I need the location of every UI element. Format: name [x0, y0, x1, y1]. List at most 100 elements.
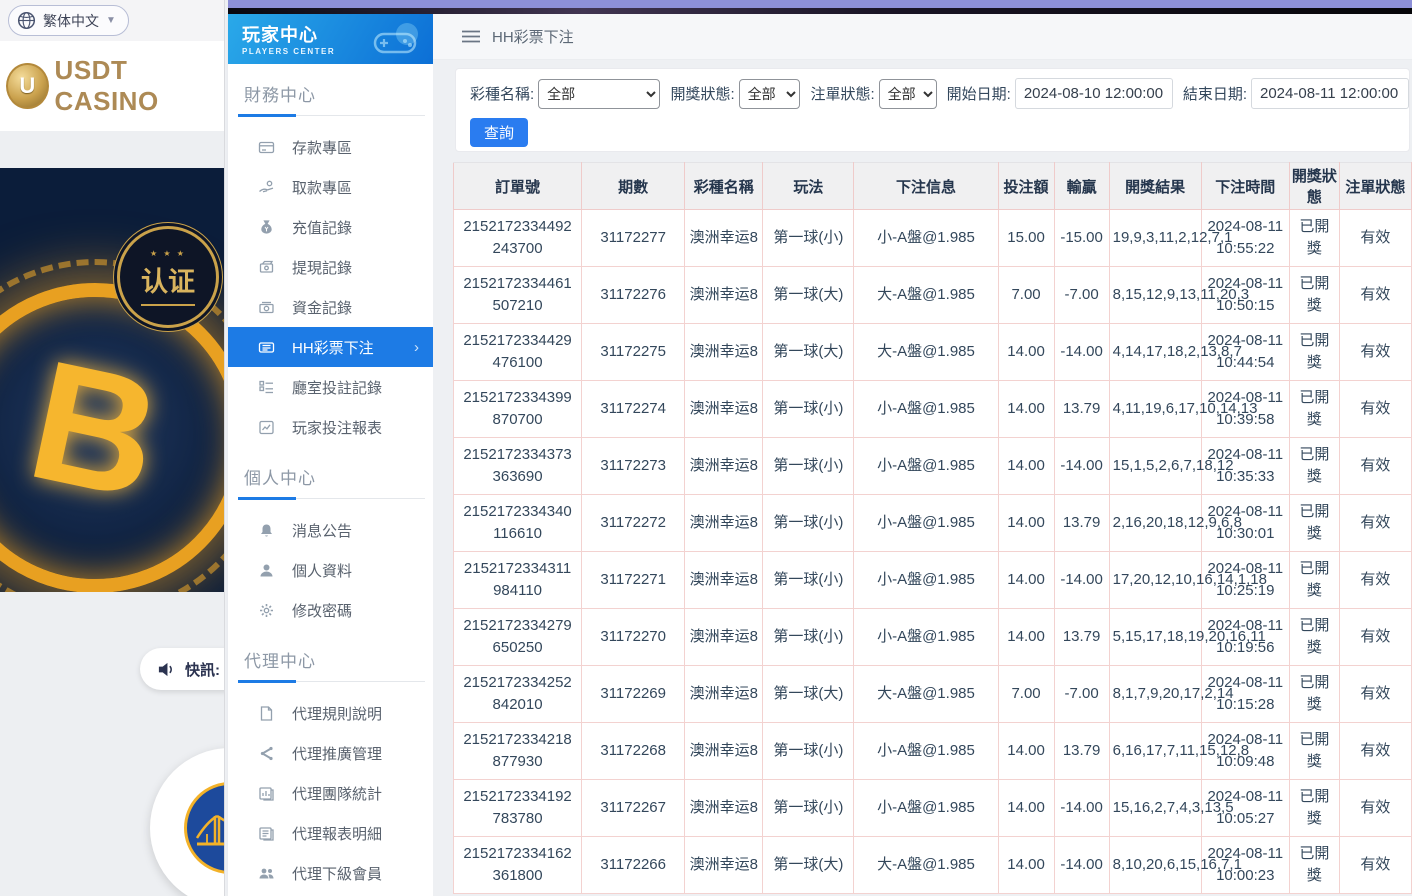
start-date-label: 開始日期: [947, 83, 1011, 104]
query-button[interactable]: 查詢 [470, 118, 528, 147]
section-divider [238, 497, 425, 500]
table-cell: 14.00 [998, 495, 1054, 552]
table-cell: 2152172334399870700 [454, 381, 582, 438]
sidebar-item-room-record[interactable]: 廳室投註記錄 [228, 367, 433, 407]
table-cell: 大-A盤@1.985 [854, 666, 998, 723]
table-cell: 澳洲幸运8 [685, 609, 763, 666]
left-promo-column: 繁体中文 ▼ U USDT CASINO B ★ ★ ★ 认证 快訊: [0, 0, 225, 896]
table-cell: 第一球(小) [763, 495, 854, 552]
table-cell: 14.00 [998, 552, 1054, 609]
draw-status-label: 開獎狀態: [670, 83, 734, 104]
table-cell: 澳洲幸运8 [685, 438, 763, 495]
table-cell: 已開獎 [1289, 495, 1339, 552]
hamburger-menu-icon[interactable] [462, 30, 480, 43]
section-divider [238, 680, 425, 683]
sidebar-item-withdraw-hand[interactable]: 取款專區 [228, 167, 433, 207]
table-cell: 有效 [1339, 666, 1411, 723]
table-cell: 14.00 [998, 780, 1054, 837]
table-cell: 2152172334429476100 [454, 324, 582, 381]
speaker-icon [157, 660, 176, 679]
news-ticker[interactable]: 快訊: [140, 648, 225, 690]
sidebar-item-members[interactable]: 代理下級會員 [228, 853, 433, 893]
order-status-select[interactable]: 全部 [879, 79, 937, 109]
section-divider [238, 114, 425, 117]
table-cell: 15.00 [998, 210, 1054, 267]
sidebar-item-funds-coin[interactable]: 資金記錄 [228, 287, 433, 327]
table-cell: 有效 [1339, 552, 1411, 609]
table-cell: 2152172334461507210 [454, 267, 582, 324]
table-cell: 31172274 [582, 381, 685, 438]
bridge-icon [184, 782, 225, 874]
table-cell: 第一球(小) [763, 438, 854, 495]
sidebar-item-deposit-card[interactable]: 存款專區 [228, 127, 433, 167]
table-cell: 已開獎 [1289, 609, 1339, 666]
document-icon [258, 705, 275, 722]
sidebar-item-label: 修改密碼 [292, 600, 352, 621]
coin-logo-icon: U [6, 63, 49, 109]
table-cell: 第一球(小) [763, 609, 854, 666]
table-cell: -14.00 [1054, 837, 1109, 894]
table-cell: 14.00 [998, 609, 1054, 666]
table-cell: 第一球(小) [763, 552, 854, 609]
sidebar-item-share[interactable]: 代理推廣管理 [228, 733, 433, 773]
draw-status-select[interactable]: 全部 [739, 79, 801, 109]
table-cell: 第一球(小) [763, 723, 854, 780]
table-cell: 15,1,5,2,6,7,18,12 [1109, 438, 1201, 495]
sidebar-item-cash[interactable]: 提現記錄 [228, 247, 433, 287]
table-cell: 19,9,3,11,2,12,7,1 [1109, 210, 1201, 267]
table-header-cell: 開獎結果 [1109, 163, 1201, 210]
table-cell: 5,15,17,18,19,20,16,11 [1109, 609, 1201, 666]
globe-icon [17, 11, 36, 30]
table-cell: -14.00 [1054, 438, 1109, 495]
table-cell: 8,10,20,6,15,16,7,1 [1109, 837, 1201, 894]
table-cell: 31172267 [582, 780, 685, 837]
sidebar-item-document[interactable]: 代理規則說明 [228, 693, 433, 733]
sidebar-item-player-report[interactable]: 玩家投注報表 [228, 407, 433, 447]
sidebar-item-user[interactable]: 個人資料 [228, 550, 433, 590]
table-cell: 澳洲幸运8 [685, 780, 763, 837]
table-cell: -15.00 [1054, 210, 1109, 267]
start-date-input[interactable] [1015, 78, 1173, 109]
table-cell: 2152172334311984110 [454, 552, 582, 609]
sidebar-item-team-stats[interactable]: 代理團隊統計 [228, 773, 433, 813]
table-cell: 已開獎 [1289, 552, 1339, 609]
sidebar-item-label: 代理團隊統計 [292, 783, 382, 804]
table-header-cell: 開獎狀態 [1289, 163, 1339, 210]
table-cell: 17,20,12,10,16,14,1,18 [1109, 552, 1201, 609]
table-cell: 31172275 [582, 324, 685, 381]
table-cell: 2,16,20,18,12,9,6,8 [1109, 495, 1201, 552]
casino-logo[interactable]: U USDT CASINO [0, 41, 224, 131]
bridge-logo-button[interactable] [150, 748, 225, 896]
user-icon [258, 562, 275, 579]
table-row: 215217233439987070031172274澳洲幸运8第一球(小)小-… [454, 381, 1412, 438]
sidebar-item-moneybag[interactable]: 充值記錄 [228, 207, 433, 247]
moneybag-icon [258, 219, 275, 236]
sidebar-item-label: 提現記錄 [292, 257, 352, 278]
sidebar-item-report-detail[interactable]: 代理報表明細 [228, 813, 433, 853]
table-cell: 有效 [1339, 780, 1411, 837]
table-cell: 小-A盤@1.985 [854, 609, 998, 666]
language-selector[interactable]: 繁体中文 ▼ [8, 5, 129, 36]
table-row: 215217233416236180031172266澳洲幸运8第一球(大)大-… [454, 837, 1412, 894]
table-cell: 大-A盤@1.985 [854, 267, 998, 324]
sidebar-item-label: 個人資料 [292, 560, 352, 581]
table-cell: 澳洲幸运8 [685, 666, 763, 723]
sidebar-item-label: 代理推廣管理 [292, 743, 382, 764]
sidebar-item-label: 充值記錄 [292, 217, 352, 238]
lottery-name-label: 彩種名稱: [470, 83, 534, 104]
sidebar-item-gear[interactable]: 修改密碼 [228, 590, 433, 630]
end-date-input[interactable] [1251, 78, 1409, 109]
table-cell: 2152172334252842010 [454, 666, 582, 723]
table-cell: 4,11,19,6,17,10,14,13 [1109, 381, 1201, 438]
sidebar-item-lottery-ticket[interactable]: HH彩票下注› [228, 327, 433, 367]
sidebar-item-bell[interactable]: 消息公告 [228, 510, 433, 550]
table-row: 215217233421887793031172268澳洲幸运8第一球(小)小-… [454, 723, 1412, 780]
sidebar-item-label: 資金記錄 [292, 297, 352, 318]
lottery-name-select[interactable]: 全部 [538, 79, 660, 109]
members-icon [258, 865, 275, 882]
table-cell: 第一球(大) [763, 666, 854, 723]
table-cell: -7.00 [1054, 666, 1109, 723]
table-cell: 2152172334279650250 [454, 609, 582, 666]
table-cell: 澳洲幸运8 [685, 495, 763, 552]
table-row: 215217233425284201031172269澳洲幸运8第一球(大)大-… [454, 666, 1412, 723]
